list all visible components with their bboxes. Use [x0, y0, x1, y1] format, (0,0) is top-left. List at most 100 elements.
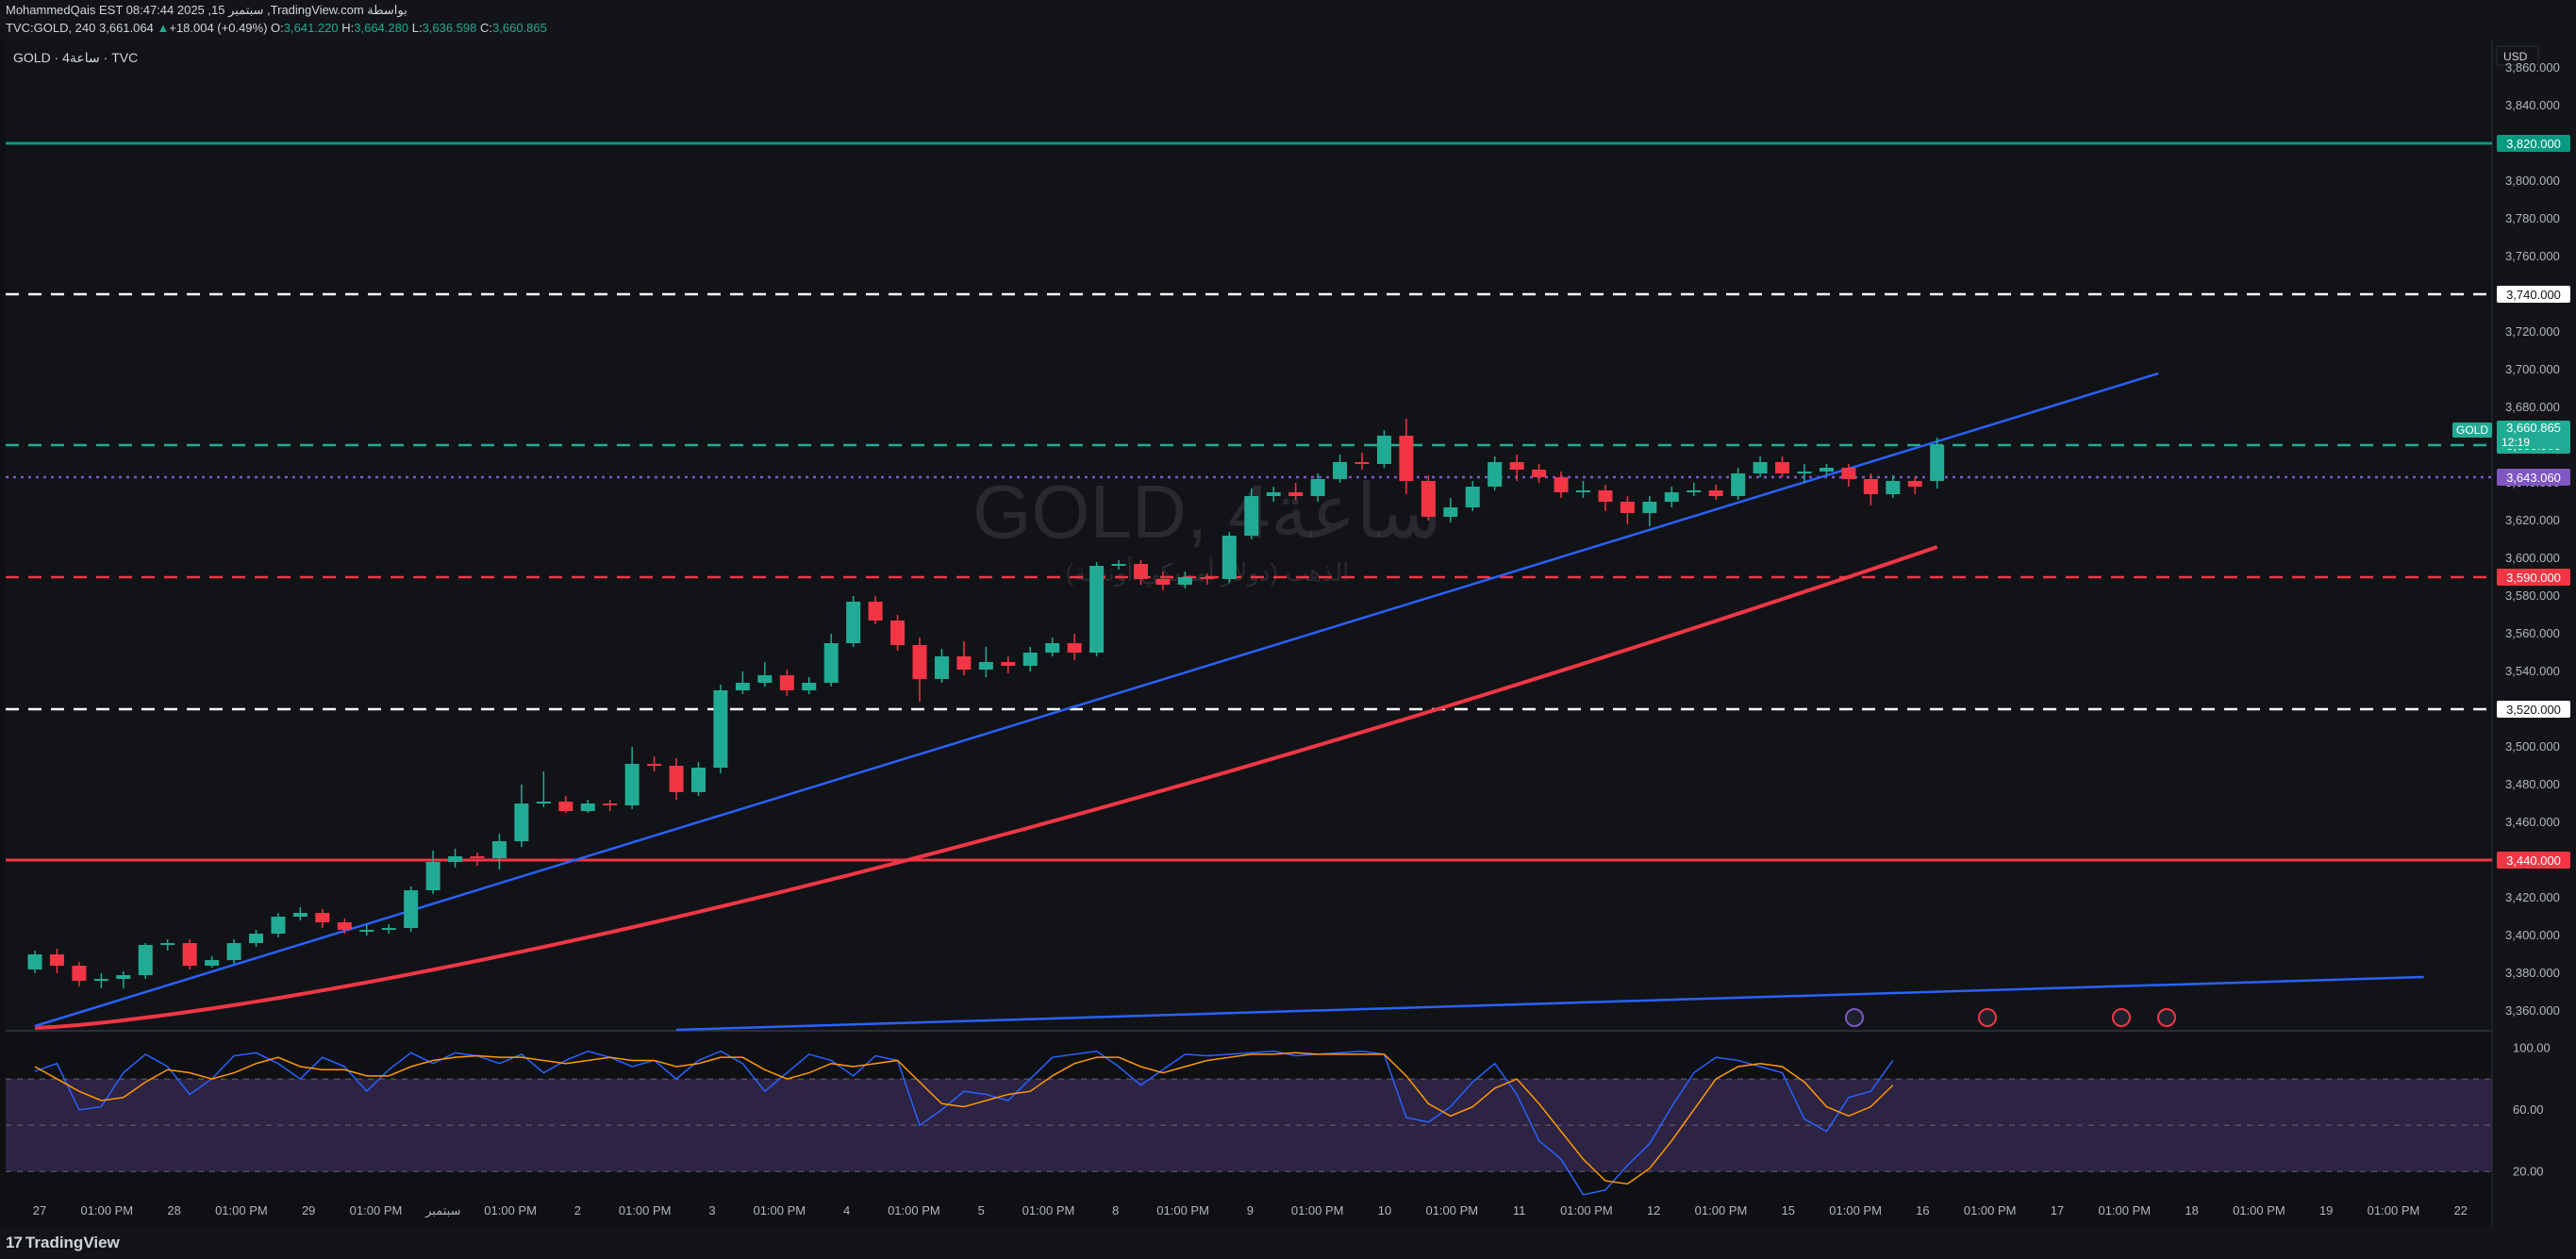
y-tick-label: 3,780.000 [2505, 211, 2560, 225]
x-tick-label: 01:00 PM [2233, 1203, 2285, 1218]
x-tick-label: 01:00 PM [1829, 1203, 1882, 1218]
candle-body [72, 966, 87, 981]
x-tick-label: 29 [302, 1203, 315, 1218]
y-tick-label: 3,840.000 [2505, 98, 2560, 112]
candle-body [603, 803, 618, 805]
candle-body [116, 975, 131, 979]
candle-body [1731, 473, 1746, 496]
level-price-label: 3,520.000 [2506, 703, 2561, 717]
x-tick-label: 2 [574, 1203, 581, 1218]
x-tick-label: 01:00 PM [1291, 1203, 1344, 1218]
candle-body [536, 802, 551, 803]
candle-body [1532, 470, 1547, 477]
stochastic-tick-label: 60.00 [2513, 1102, 2544, 1117]
candle-body [470, 856, 485, 858]
x-tick-label: 9 [1247, 1203, 1254, 1218]
x-tick-label: 10 [1378, 1203, 1391, 1218]
candle-body [1045, 643, 1060, 653]
candle-body [292, 913, 307, 917]
y-tick-label: 3,620.000 [2505, 513, 2560, 527]
candle-body [1465, 487, 1480, 507]
x-tick-label: 01:00 PM [484, 1203, 537, 1218]
x-tick-label: 16 [1916, 1203, 1929, 1218]
candle-body [779, 675, 794, 690]
candle [138, 943, 153, 979]
stochastic-tick-label: 20.00 [2513, 1164, 2544, 1178]
x-tick-label: 01:00 PM [2368, 1203, 2420, 1218]
candle-body [823, 643, 839, 683]
candle-body [713, 690, 728, 768]
x-tick-label: 01:00 PM [1560, 1203, 1613, 1218]
y-tick-label: 3,380.000 [2505, 966, 2560, 980]
level-price-label: 3,740.000 [2506, 288, 2561, 302]
candle-body [1664, 492, 1679, 502]
candle [846, 596, 861, 647]
candle [1376, 430, 1391, 468]
candle-body [1886, 481, 1901, 494]
candle-body [1134, 564, 1148, 579]
candle-body [381, 928, 396, 930]
candle-body [1576, 490, 1590, 492]
candle-body [1001, 662, 1016, 666]
candle-body [934, 656, 949, 679]
candle-body [757, 675, 773, 683]
candlestick-chart[interactable]: GOLD · 4ساعة · TVCGOLD, 4ساعةالذهب (دولا… [0, 0, 2576, 1226]
bar-countdown: 12:19 [2501, 436, 2530, 449]
candle-body [890, 621, 906, 645]
candle-body [160, 943, 175, 945]
candle-body [1708, 490, 1723, 496]
candle-body [1399, 436, 1414, 481]
x-tick-label: 01:00 PM [350, 1203, 403, 1218]
candle-body [580, 803, 595, 811]
candle-body [1333, 462, 1348, 479]
level-price-label: 3,440.000 [2506, 853, 2561, 868]
us-flag-event-icon [1978, 1008, 1997, 1027]
x-tick-label: 28 [167, 1203, 180, 1218]
symbol-tag-label: GOLD [2456, 423, 2488, 437]
x-tick-label: 12 [1647, 1203, 1660, 1218]
candle-body [49, 954, 64, 966]
candle-body [1200, 577, 1215, 579]
x-tick-label: 01:00 PM [619, 1203, 672, 1218]
candle-body [1797, 472, 1812, 473]
candle [182, 939, 197, 969]
x-tick-label: 01:00 PM [753, 1203, 806, 1218]
candle-body [1222, 536, 1237, 579]
candle-body [1775, 462, 1790, 473]
candle-body [802, 683, 817, 690]
candle-body [1554, 477, 1569, 492]
y-tick-label: 3,360.000 [2505, 1003, 2560, 1018]
candle-body [624, 764, 640, 805]
candle [1089, 562, 1105, 656]
candle-body [205, 960, 220, 966]
tradingview-logo-icon: 17 [6, 1234, 23, 1251]
candle-body [491, 841, 507, 858]
y-tick-label: 3,760.000 [2505, 249, 2560, 263]
x-tick-label: سبتمبر [424, 1203, 460, 1218]
y-tick-label: 3,480.000 [2505, 777, 2560, 791]
candle-body [1620, 502, 1635, 513]
candle-body [1376, 436, 1391, 464]
lightning-event-icon [1845, 1008, 1864, 1027]
candle-body [1841, 468, 1856, 479]
candle-body [1288, 492, 1304, 496]
y-tick-label: 3,720.000 [2505, 324, 2560, 339]
candle-body [226, 943, 241, 960]
candle-body [1443, 507, 1458, 517]
x-tick-label: 01:00 PM [1022, 1203, 1075, 1218]
watermark-symbol: GOLD, 4ساعة [972, 470, 1442, 554]
chart-title: GOLD · 4ساعة · TVC [13, 50, 138, 65]
x-tick-label: 01:00 PM [2098, 1203, 2151, 1218]
x-tick-label: 5 [978, 1203, 985, 1218]
tradingview-brand[interactable]: 17 TradingView [6, 1234, 120, 1252]
candle-body [93, 979, 108, 981]
y-tick-label: 3,420.000 [2505, 890, 2560, 904]
candle-body [1863, 479, 1878, 494]
stochastic-band [6, 1079, 2492, 1172]
brand-name: TradingView [25, 1234, 120, 1251]
x-tick-label: 22 [2454, 1203, 2468, 1218]
candle-body [1244, 496, 1259, 536]
y-tick-label: 3,700.000 [2505, 362, 2560, 376]
x-tick-label: 01:00 PM [1964, 1203, 2017, 1218]
candle-body [448, 856, 463, 862]
